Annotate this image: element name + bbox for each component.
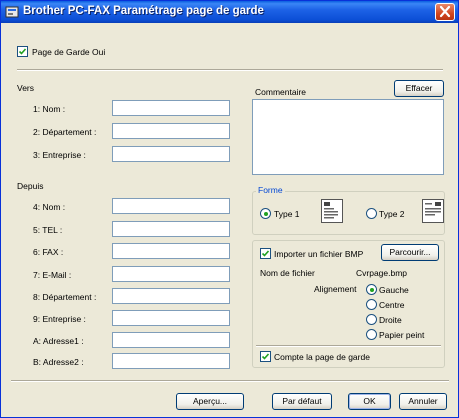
cover-page-label: Page de Garde Oui [32,47,106,57]
title-bar[interactable]: Brother PC-FAX Paramétrage page de garde [1,1,458,23]
from-department-label: 8: Département : [33,292,97,302]
checkmark-icon [261,250,270,257]
restore-defaults-button[interactable]: Par défaut [272,393,332,410]
from-company-label: 9: Entreprise : [33,314,86,324]
preview-button[interactable]: Aperçu... [176,393,244,410]
alignment-label: Alignement [314,284,357,294]
separator [256,345,441,347]
to-company-label: 3: Entreprise : [33,150,86,160]
to-department-label: 2: Département : [33,127,97,137]
close-button[interactable] [435,3,455,21]
type2-radio[interactable] [366,208,377,219]
radio-selected-dot [369,287,374,292]
to-department-input[interactable] [112,123,230,139]
filename-label: Nom de fichier [260,268,315,278]
window-title: Brother PC-FAX Paramétrage page de garde [23,5,264,17]
separator [11,380,449,382]
align-right-label: Droite [379,315,402,325]
form-group-legend: Forme [256,185,285,195]
clear-comment-button[interactable]: Effacer [394,80,444,97]
ok-button[interactable]: OK [348,393,391,410]
align-left-label: Gauche [379,285,409,295]
checkmark-icon [261,353,270,360]
count-cover-label: Compte la page de garde [274,352,370,362]
comment-textarea[interactable] [252,99,444,175]
align-wallpaper-label: Papier peint [379,330,425,340]
from-tel-input[interactable] [112,221,230,237]
align-center-label: Centre [379,300,405,310]
comment-label: Commentaire [255,87,307,97]
dialog-window: Brother PC-FAX Paramétrage page de garde… [0,0,459,418]
separator [17,69,443,71]
to-name-label: 1: Nom : [33,104,66,114]
import-bmp-checkbox[interactable] [260,248,271,259]
from-name-label: 4: Nom : [33,202,66,212]
checkmark-icon [18,48,27,55]
from-department-input[interactable] [112,288,230,304]
from-section-header: Depuis [17,181,44,191]
align-center-radio[interactable] [366,299,377,310]
radio-selected-dot [263,211,268,216]
from-address2-label: B: Adresse2 : [33,357,84,367]
import-bmp-label: Importer un fichier BMP [274,249,364,259]
align-right-radio[interactable] [366,314,377,325]
from-address1-input[interactable] [112,332,230,348]
from-fax-input[interactable] [112,243,230,259]
browse-button[interactable]: Parcourir... [381,244,439,261]
to-name-input[interactable] [112,100,230,116]
from-name-input[interactable] [112,198,230,214]
from-company-input[interactable] [112,310,230,326]
type1-label: Type 1 [274,209,300,219]
align-wallpaper-radio[interactable] [366,329,377,340]
count-cover-checkbox[interactable] [260,351,271,362]
from-tel-label: 5: TEL : [33,225,63,235]
type2-layout-icon [422,199,444,223]
filename-value: Cvrpage.bmp [356,268,408,278]
to-company-input[interactable] [112,146,230,162]
to-section-header: Vers [17,83,35,93]
close-icon [439,5,451,18]
from-email-label: 7: E-Mail : [33,270,72,280]
from-address2-input[interactable] [112,353,230,369]
cover-page-checkbox[interactable] [17,46,28,57]
from-fax-label: 6: FAX : [33,247,64,257]
type1-radio[interactable] [260,208,271,219]
cancel-button[interactable]: Annuler [399,393,447,410]
align-left-radio[interactable] [366,284,377,295]
from-email-input[interactable] [112,266,230,282]
type2-label: Type 2 [379,209,405,219]
type1-layout-icon [321,199,343,223]
from-address1-label: A: Adresse1 : [33,336,84,346]
fax-app-icon [5,6,19,18]
